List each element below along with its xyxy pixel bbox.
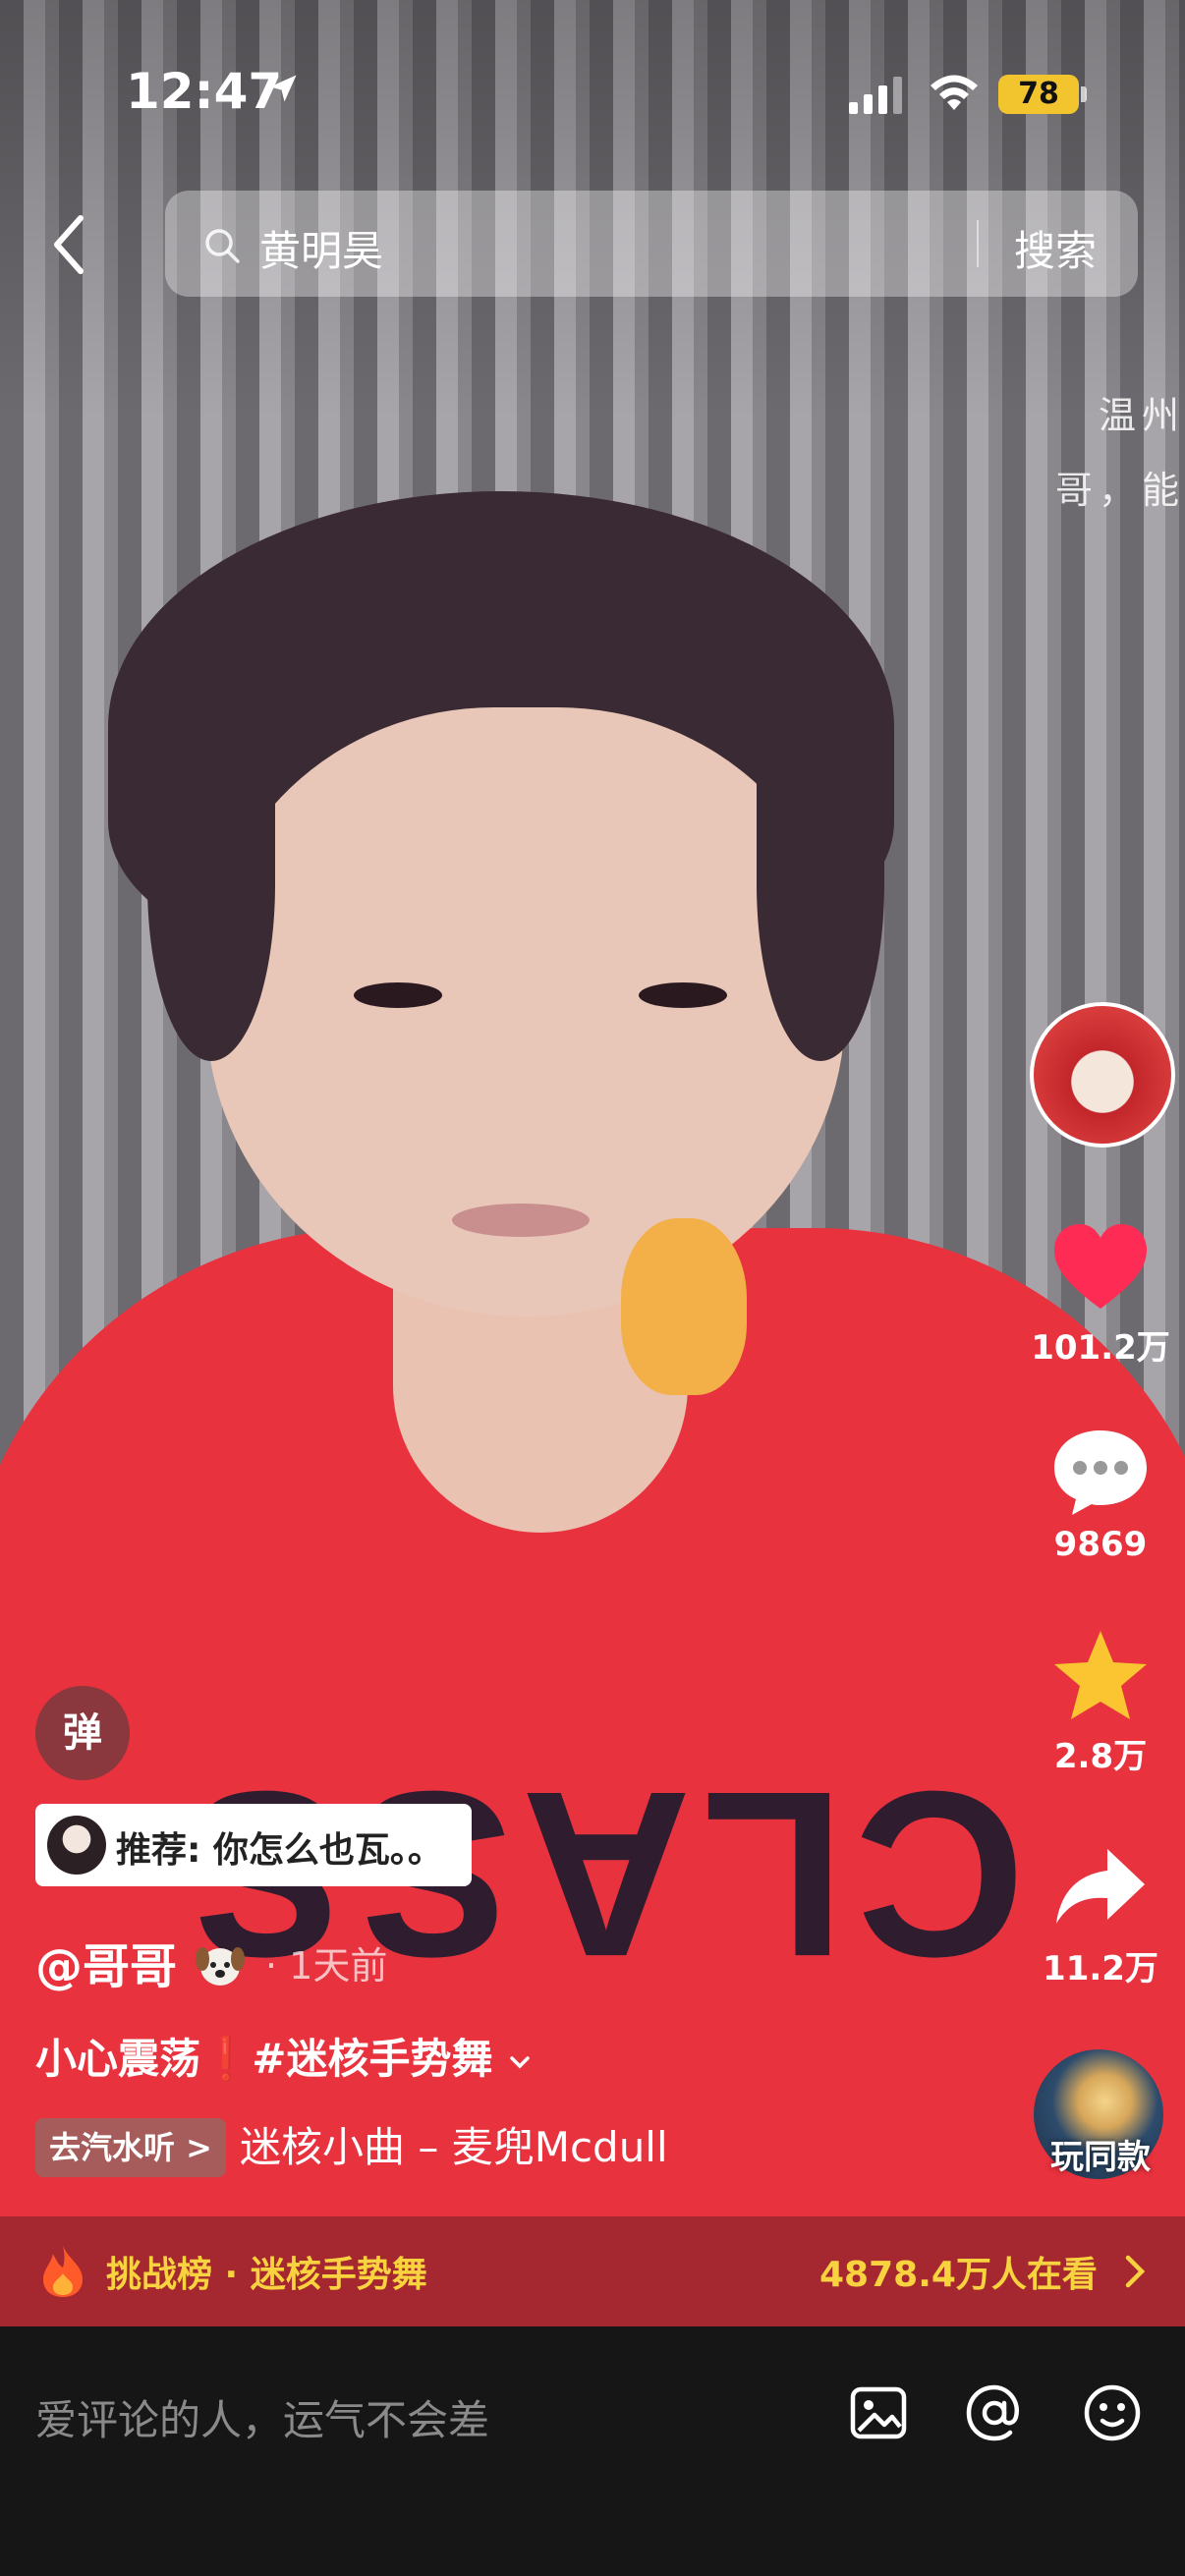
live-comment: 温州 — [1098, 394, 1185, 437]
recommendation-chip[interactable]: 推荐: 你怎么也瓦。。 — [35, 1804, 472, 1886]
location-arrow-icon — [269, 75, 297, 102]
battery-indicator: 78 — [998, 75, 1079, 114]
mention-icon[interactable] — [963, 2381, 1026, 2444]
comment-count: 9869 — [1053, 1525, 1148, 1564]
live-comment: 哥，能 — [1054, 469, 1185, 512]
comment-bar: 爱评论的人，运气不会差 — [0, 2326, 1185, 2576]
video-frame-eye-left — [354, 982, 442, 1008]
video-frame-lips — [452, 1204, 590, 1237]
favorite-count: 2.8万 — [1053, 1737, 1148, 1776]
music-app-link[interactable]: 去汽水听 > — [35, 2118, 226, 2177]
image-icon[interactable] — [847, 2381, 910, 2444]
comment-bubble-icon — [1054, 1430, 1147, 1515]
description-text: 小心震荡❗#迷核手势舞 — [35, 2035, 493, 2083]
fire-icon — [43, 2246, 83, 2297]
dog-emoji-icon — [195, 1947, 245, 1986]
video-frame-hair-left — [147, 707, 275, 1061]
search-input[interactable]: 黄明昊 — [259, 218, 383, 278]
post-time-ago: · 1天前 — [265, 1944, 388, 1988]
comment-button[interactable]: 9869 — [1022, 1423, 1179, 1564]
challenge-label: 挑战榜 · 迷核手势舞 — [106, 2255, 427, 2295]
comment-input[interactable]: 爱评论的人，运气不会差 — [35, 2387, 489, 2447]
author-name[interactable]: @哥哥 — [35, 1939, 177, 1994]
recommendation-label: 推荐: 你怎么也瓦。。 — [116, 1830, 443, 1871]
search-button[interactable]: 搜索 — [1014, 218, 1097, 278]
heart-icon — [1054, 1224, 1147, 1309]
cellular-signal-icon — [849, 77, 902, 114]
wifi-icon — [931, 75, 978, 110]
chevron-right-icon — [1125, 2255, 1146, 2288]
finger-heart-sticker — [621, 1218, 747, 1395]
challenge-banner[interactable]: 挑战榜 · 迷核手势舞 4878.4万人在看 — [0, 2216, 1185, 2326]
author-row[interactable]: @哥哥 — [35, 1928, 247, 1996]
search-divider — [977, 220, 979, 267]
status-time: 12:47 — [126, 63, 283, 120]
share-count: 11.2万 — [1043, 1949, 1158, 1988]
search-bar[interactable]: 黄明昊 搜索 — [165, 191, 1138, 297]
status-bar: 12:47 78 — [0, 0, 1185, 187]
star-icon — [1054, 1631, 1147, 1719]
emoji-icon[interactable] — [1081, 2381, 1144, 2444]
like-button[interactable]: 101.2万 — [1022, 1218, 1179, 1369]
search-icon — [205, 229, 240, 263]
danmu-toggle-button[interactable]: 弹 — [35, 1686, 130, 1780]
creator-avatar[interactable] — [1030, 1002, 1175, 1148]
post-description[interactable]: 小心震荡❗#迷核手势舞 — [35, 2026, 533, 2086]
challenge-viewers: 4878.4万人在看 — [819, 2255, 1098, 2295]
share-button[interactable]: 11.2万 — [1022, 1839, 1179, 1989]
chevron-down-icon[interactable] — [507, 2049, 533, 2075]
video-frame-eye-right — [639, 982, 727, 1008]
battery-tip — [1081, 86, 1087, 102]
back-icon[interactable] — [43, 210, 98, 279]
recommendation-avatar — [47, 1816, 106, 1875]
share-arrow-icon — [1056, 1849, 1145, 1924]
like-count: 101.2万 — [1031, 1328, 1170, 1368]
music-title[interactable]: 迷核小曲 – 麦兜Mcdull — [240, 2118, 668, 2177]
time-ago-text: 1天前 — [289, 1944, 388, 1988]
video-frame-hair-right — [757, 707, 884, 1061]
play-same-label[interactable]: 玩同款 — [1022, 2130, 1179, 2178]
favorite-button[interactable]: 2.8万 — [1022, 1627, 1179, 1777]
